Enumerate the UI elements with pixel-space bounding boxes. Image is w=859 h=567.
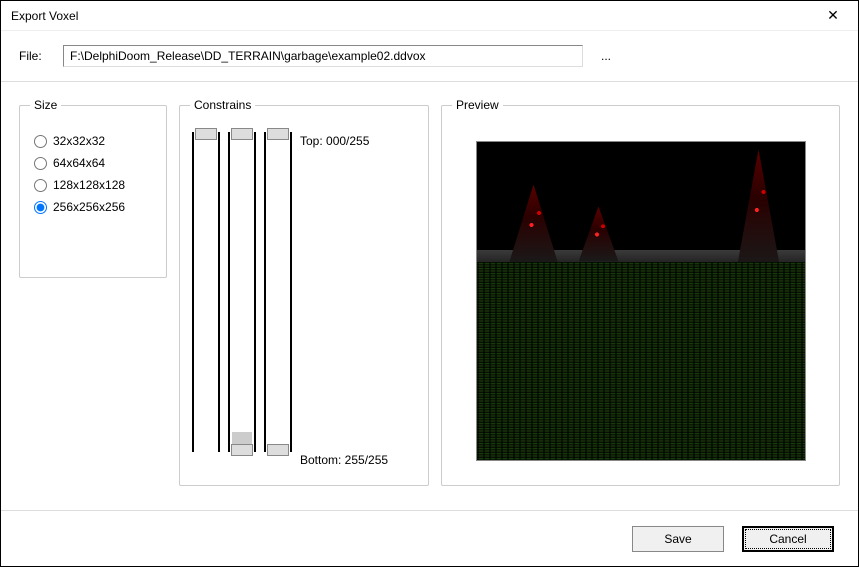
window-title: Export Voxel (11, 9, 818, 23)
size-radio-32[interactable] (34, 135, 47, 148)
size-option-32[interactable]: 32x32x32 (34, 134, 152, 148)
size-option-128[interactable]: 128x128x128 (34, 178, 152, 192)
size-label-64: 64x64x64 (53, 156, 105, 170)
terrain-peak (579, 207, 619, 262)
terrain-peak (509, 185, 559, 265)
constrain-top-label: Top: 000/255 (300, 134, 388, 148)
main-panel: Size 32x32x32 64x64x64 128x128x128 256x2… (1, 82, 858, 510)
terrain-ground (477, 262, 805, 460)
size-radio-128[interactable] (34, 179, 47, 192)
constrains-legend: Constrains (190, 98, 255, 112)
size-label-32: 32x32x32 (53, 134, 105, 148)
size-legend: Size (30, 98, 61, 112)
size-label-128: 128x128x128 (53, 178, 125, 192)
constrain-slider-1[interactable] (192, 132, 220, 452)
cancel-button[interactable]: Cancel (742, 526, 834, 552)
constrain-slider-3[interactable] (264, 132, 292, 452)
constrains-sliders: Top: 000/255 Bottom: 255/255 (190, 126, 390, 475)
preview-viewport (476, 141, 806, 461)
constrain-labels: Top: 000/255 Bottom: 255/255 (300, 132, 388, 469)
constrain-bottom-label: Bottom: 255/255 (300, 453, 388, 467)
size-group: Size 32x32x32 64x64x64 128x128x128 256x2… (19, 98, 167, 278)
file-row: File: ... (1, 31, 858, 82)
footer: Save Cancel (1, 510, 858, 566)
size-option-64[interactable]: 64x64x64 (34, 156, 152, 170)
size-radio-256[interactable] (34, 201, 47, 214)
file-label: File: (19, 49, 49, 63)
size-radio-64[interactable] (34, 157, 47, 170)
save-button[interactable]: Save (632, 526, 724, 552)
preview-legend: Preview (452, 98, 503, 112)
preview-group: Preview (441, 98, 840, 486)
browse-button[interactable]: ... (597, 49, 615, 63)
size-label-256: 256x256x256 (53, 200, 125, 214)
constrain-slider-2[interactable] (228, 132, 256, 452)
close-icon[interactable]: ✕ (818, 7, 848, 24)
constrains-group: Constrains Top: 000/255 Bottom: 255/255 (179, 98, 429, 486)
terrain-peak (737, 150, 781, 270)
size-option-256[interactable]: 256x256x256 (34, 200, 152, 214)
titlebar: Export Voxel ✕ (1, 1, 858, 31)
file-path-input[interactable] (63, 45, 583, 67)
